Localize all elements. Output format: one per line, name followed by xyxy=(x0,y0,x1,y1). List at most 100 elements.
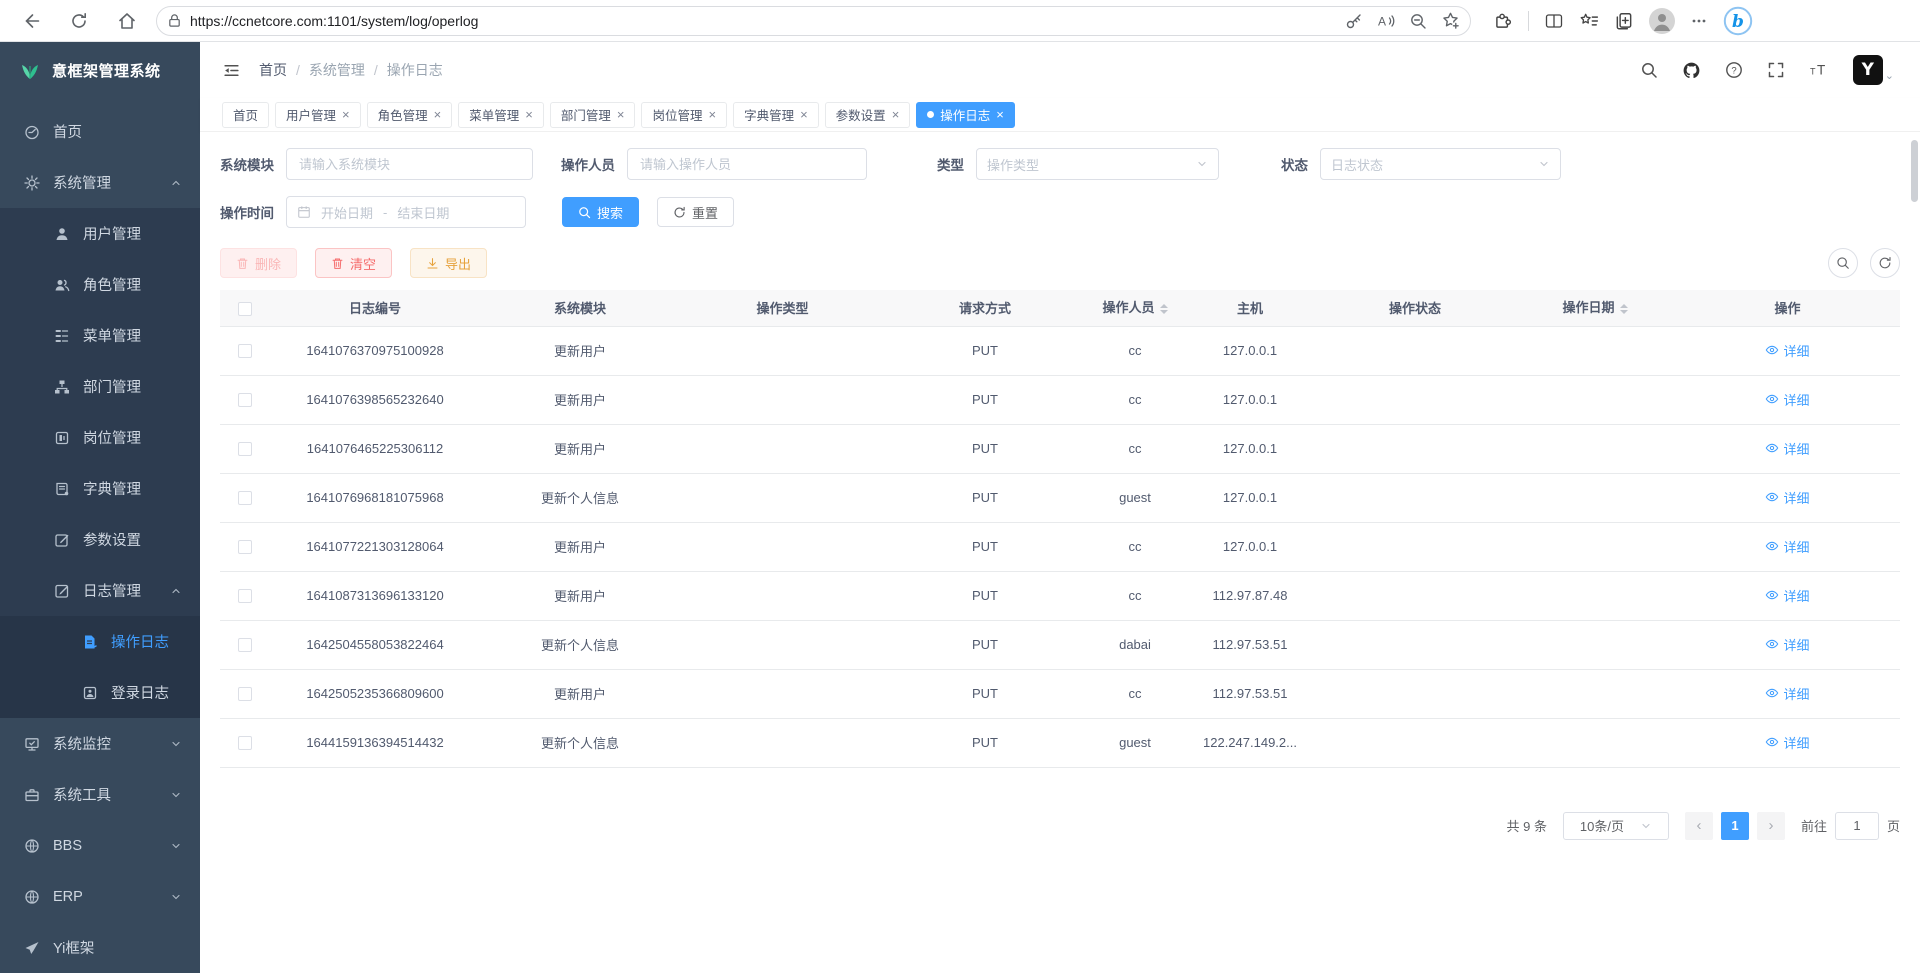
sidebar-item-tools[interactable]: 系统工具 xyxy=(0,769,200,820)
tab-close-icon[interactable]: × xyxy=(708,108,716,121)
tab-close-icon[interactable]: × xyxy=(800,108,808,121)
breadcrumb-system[interactable]: 系统管理 xyxy=(309,60,365,80)
sidebar-item-menus[interactable]: 菜单管理 xyxy=(0,310,200,361)
user-menu[interactable]: Y ⌄ xyxy=(1853,55,1894,85)
delete-button[interactable]: 删除 xyxy=(220,248,297,278)
col-date[interactable]: 操作日期 xyxy=(1515,290,1675,326)
sidebar-collapse-button[interactable] xyxy=(222,61,241,80)
collections-icon[interactable] xyxy=(1614,11,1634,31)
date-range-picker[interactable]: 开始日期 - 结束日期 xyxy=(286,196,526,228)
favorite-add-icon[interactable] xyxy=(1441,11,1460,30)
split-screen-icon[interactable] xyxy=(1544,11,1564,31)
address-bar[interactable]: https://ccnetcore.com:1101/system/log/op… xyxy=(156,6,1471,36)
sidebar-item-operation-log[interactable]: 操作日志 xyxy=(0,616,200,667)
tab-dictionary[interactable]: 字典管理 × xyxy=(733,102,819,128)
detail-link[interactable]: 详细 xyxy=(1765,390,1809,409)
sidebar-item-login-log[interactable]: 登录日志 xyxy=(0,667,200,718)
row-checkbox[interactable] xyxy=(238,589,252,603)
more-menu-icon[interactable] xyxy=(1690,12,1708,30)
zoom-out-icon[interactable] xyxy=(1409,12,1427,30)
detail-link[interactable]: 详细 xyxy=(1765,684,1809,703)
row-checkbox[interactable] xyxy=(238,491,252,505)
detail-link[interactable]: 详细 xyxy=(1765,635,1809,654)
sort-icon[interactable] xyxy=(1160,300,1168,318)
detail-link[interactable]: 详细 xyxy=(1765,439,1809,458)
current-page-button[interactable]: 1 xyxy=(1721,812,1749,840)
sidebar-item-monitoring[interactable]: 系统监控 xyxy=(0,718,200,769)
table-refresh-button[interactable] xyxy=(1870,248,1900,278)
export-button[interactable]: 导出 xyxy=(410,248,487,278)
module-input[interactable] xyxy=(286,148,533,180)
sidebar-item-yi-framework[interactable]: Yi框架 xyxy=(0,922,200,973)
sidebar-item-dictionary[interactable]: 字典管理 xyxy=(0,463,200,514)
table-search-toggle[interactable] xyxy=(1828,248,1858,278)
sidebar-item-departments[interactable]: 部门管理 xyxy=(0,361,200,412)
tab-close-icon[interactable]: × xyxy=(892,108,900,121)
favorites-bar-icon[interactable] xyxy=(1579,11,1599,31)
row-checkbox[interactable] xyxy=(238,638,252,652)
tab-operation-log[interactable]: 操作日志 × xyxy=(916,102,1015,128)
detail-link[interactable]: 详细 xyxy=(1765,537,1809,556)
page-size-select[interactable]: 10条/页 xyxy=(1563,812,1669,840)
sidebar-item-home[interactable]: 首页 xyxy=(0,106,200,157)
goto-page-input[interactable] xyxy=(1835,812,1879,840)
row-checkbox[interactable] xyxy=(238,540,252,554)
font-size-button[interactable]: TT xyxy=(1809,61,1829,79)
sidebar-item-posts[interactable]: 岗位管理 xyxy=(0,412,200,463)
tab-roles[interactable]: 角色管理 × xyxy=(367,102,453,128)
read-aloud-icon[interactable]: A xyxy=(1377,12,1395,30)
col-operator[interactable]: 操作人员 xyxy=(1085,290,1185,326)
clear-button[interactable]: 清空 xyxy=(315,248,392,278)
profile-avatar[interactable] xyxy=(1649,8,1675,34)
tab-posts[interactable]: 岗位管理 × xyxy=(641,102,727,128)
detail-link[interactable]: 详细 xyxy=(1765,488,1809,507)
tab-close-icon[interactable]: × xyxy=(342,108,350,121)
detail-link[interactable]: 详细 xyxy=(1765,733,1809,752)
row-checkbox[interactable] xyxy=(238,442,252,456)
sidebar-item-roles[interactable]: 角色管理 xyxy=(0,259,200,310)
next-page-button[interactable]: › xyxy=(1757,812,1785,840)
tab-close-icon[interactable]: × xyxy=(525,108,533,121)
copilot-bing-icon[interactable]: b xyxy=(1723,6,1753,36)
breadcrumb-home[interactable]: 首页 xyxy=(259,60,287,80)
row-checkbox[interactable] xyxy=(238,687,252,701)
sidebar-item-log-management[interactable]: 日志管理 xyxy=(0,565,200,616)
row-checkbox[interactable] xyxy=(238,344,252,358)
sort-icon[interactable] xyxy=(1620,300,1628,318)
browser-home-button[interactable] xyxy=(110,4,144,38)
help-button[interactable]: ? xyxy=(1725,61,1743,79)
sidebar-item-bbs[interactable]: BBS xyxy=(0,820,200,871)
password-key-icon[interactable] xyxy=(1345,12,1363,30)
tab-close-icon[interactable]: × xyxy=(434,108,442,121)
sidebar-item-erp[interactable]: ERP xyxy=(0,871,200,922)
search-button[interactable]: 搜索 xyxy=(562,197,639,227)
sidebar-item-users[interactable]: 用户管理 xyxy=(0,208,200,259)
scrollbar-thumb[interactable] xyxy=(1911,140,1918,202)
select-all-checkbox[interactable] xyxy=(238,302,252,316)
tab-close-icon[interactable]: × xyxy=(617,108,625,121)
extensions-icon[interactable] xyxy=(1493,11,1513,31)
prev-page-button[interactable]: ‹ xyxy=(1685,812,1713,840)
sidebar-item-system[interactable]: 系统管理 xyxy=(0,157,200,208)
sidebar-item-parameters[interactable]: 参数设置 xyxy=(0,514,200,565)
header-search-button[interactable] xyxy=(1640,61,1658,79)
tab-parameters[interactable]: 参数设置 × xyxy=(825,102,911,128)
url-text[interactable]: https://ccnetcore.com:1101/system/log/op… xyxy=(190,13,1345,29)
tab-close-icon[interactable]: × xyxy=(996,108,1004,121)
github-link[interactable] xyxy=(1682,61,1701,80)
type-select[interactable]: 操作类型 xyxy=(976,148,1219,180)
detail-link[interactable]: 详细 xyxy=(1765,341,1809,360)
reset-button[interactable]: 重置 xyxy=(657,197,734,227)
tab-menus[interactable]: 菜单管理 × xyxy=(458,102,544,128)
detail-link[interactable]: 详细 xyxy=(1765,586,1809,605)
status-select[interactable]: 日志状态 xyxy=(1320,148,1561,180)
tab-departments[interactable]: 部门管理 × xyxy=(550,102,636,128)
browser-refresh-button[interactable] xyxy=(62,4,96,38)
fullscreen-button[interactable] xyxy=(1767,61,1785,79)
browser-back-button[interactable] xyxy=(14,4,48,38)
operator-input[interactable] xyxy=(627,148,867,180)
row-checkbox[interactable] xyxy=(238,736,252,750)
row-checkbox[interactable] xyxy=(238,393,252,407)
tab-users[interactable]: 用户管理 × xyxy=(275,102,361,128)
tab-home[interactable]: 首页 xyxy=(222,102,269,128)
